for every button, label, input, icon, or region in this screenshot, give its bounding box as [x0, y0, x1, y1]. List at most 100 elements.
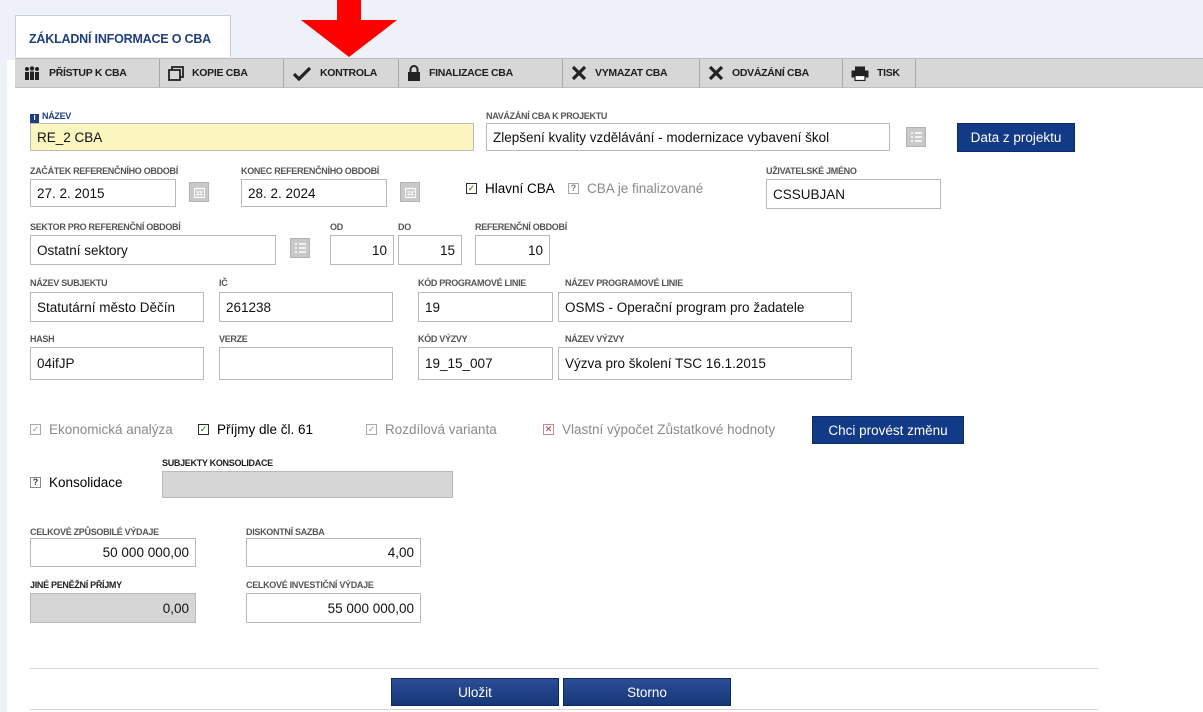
checkmark-icon: [292, 66, 312, 81]
sector-input[interactable]: Ostatní sektory: [30, 235, 276, 265]
list-picker-button[interactable]: [290, 238, 310, 258]
to-input[interactable]: 15: [398, 235, 462, 265]
access-button[interactable]: PŘÍSTUP K CBA: [15, 59, 160, 87]
link-label: NAVÁZÁNÍ CBA K PROJEKTU: [486, 111, 608, 121]
close-icon: [708, 66, 724, 80]
check-button[interactable]: KONTROLA: [284, 59, 399, 87]
discount-rate-label: DISKONTNÍ SAZBA: [246, 527, 325, 537]
ref-period-label: REFERENČNÍ OBDOBÍ: [475, 222, 567, 232]
ic-label: IČ: [219, 278, 228, 288]
consolidation-subjects-label: SUBJEKTY KONSOLIDACE: [162, 458, 273, 468]
version-label: VERZE: [219, 334, 248, 344]
calendar-icon: [404, 187, 416, 198]
footer-divider: [30, 668, 1098, 669]
subject-input[interactable]: Statutární město Děčín: [30, 292, 204, 322]
delete-button[interactable]: VYMAZAT CBA: [563, 59, 700, 87]
print-label: TISK: [877, 67, 900, 79]
red-arrow-annotation: [301, 0, 397, 57]
hash-label: HASH: [30, 334, 55, 344]
income-checkbox[interactable]: ✓ Příjmy dle čl. 61: [198, 422, 313, 437]
unlink-button[interactable]: ODVÁZÁNÍ CBA: [700, 59, 843, 87]
call-name-input[interactable]: Výzva pro školení TSC 16.1.2015: [558, 347, 852, 380]
name-label-text: NÁZEV: [42, 111, 72, 121]
checkbox-checked-icon: ✓: [466, 183, 477, 194]
from-input[interactable]: 10: [330, 235, 394, 265]
discount-rate-input[interactable]: 4,00: [246, 538, 421, 567]
user-label: UŽIVATELSKÉ JMÉNO: [766, 166, 857, 176]
consolidation-subjects-input: [162, 471, 453, 498]
delete-label: VYMAZAT CBA: [595, 67, 668, 79]
program-code-label: KÓD PROGRAMOVÉ LINIE: [418, 278, 527, 288]
user-input[interactable]: CSSUBJAN: [766, 179, 941, 209]
end-date-input[interactable]: 28. 2. 2024: [241, 179, 387, 207]
toolbar: PŘÍSTUP K CBA KOPIE CBA KONTROLA FINALIZ…: [15, 58, 1203, 88]
left-edge: [0, 0, 7, 712]
checkbox-checked-icon: ✓: [366, 424, 377, 435]
hash-input[interactable]: 04ifJP: [30, 347, 204, 380]
total-investment-label: CELKOVÉ INVESTIČNÍ VÝDAJE: [246, 580, 374, 590]
version-input[interactable]: [219, 347, 393, 380]
diff-variant-checkbox: ✓ Rozdílová varianta: [366, 422, 497, 437]
people-icon: [25, 66, 39, 80]
call-name-label: NÁZEV VÝZVY: [565, 334, 625, 344]
sector-label: SEKTOR PRO REFERENČNÍ OBDOBÍ: [30, 222, 181, 232]
link-input[interactable]: Zlepšení kvality vzdělávání - modernizac…: [486, 123, 890, 151]
total-eligible-input[interactable]: 50 000 000,00: [30, 538, 196, 567]
checkbox-question-icon: ?: [568, 183, 579, 194]
main-cba-checkbox[interactable]: ✓ Hlavní CBA: [466, 181, 555, 196]
request-change-button[interactable]: Chci provést změnu: [812, 416, 964, 444]
own-calc-label: Vlastní výpočet Zůstatkové hodnoty: [562, 422, 776, 437]
finalize-label: FINALIZACE CBA: [429, 67, 513, 79]
printer-icon: [851, 66, 869, 81]
name-input[interactable]: RE_2 CBA: [30, 123, 474, 151]
other-income-input: 0,00: [30, 593, 196, 623]
checkbox-checked-icon: ✓: [198, 424, 209, 435]
list-icon: [294, 243, 306, 253]
ic-input[interactable]: 261238: [219, 292, 393, 322]
bottom-divider: [30, 709, 1098, 710]
unlink-label: ODVÁZÁNÍ CBA: [732, 67, 809, 79]
consolidation-label: Konsolidace: [49, 475, 123, 490]
ref-period-input[interactable]: 10: [475, 235, 550, 265]
diff-variant-label: Rozdílová varianta: [385, 422, 497, 437]
finalized-checkbox: ? CBA je finalizované: [568, 181, 703, 196]
checkbox-question-icon: ?: [30, 477, 41, 488]
check-label: KONTROLA: [320, 67, 378, 79]
end-label: KONEC REFERENČNÍHO OBDOBÍ: [241, 166, 380, 176]
to-label: DO: [398, 222, 411, 232]
own-calc-checkbox: ✕ Vlastní výpočet Zůstatkové hodnoty: [543, 422, 775, 437]
total-investment-input[interactable]: 55 000 000,00: [246, 593, 421, 623]
start-date-input[interactable]: 27. 2. 2015: [30, 179, 176, 207]
list-icon: [910, 132, 922, 142]
copy-button[interactable]: KOPIE CBA: [160, 59, 284, 87]
from-label: OD: [330, 222, 343, 232]
data-from-project-button[interactable]: Data z projektu: [957, 123, 1075, 152]
close-icon: [571, 66, 587, 80]
calendar-button[interactable]: [400, 182, 420, 202]
economic-analysis-checkbox: ✓ Ekonomická analýza: [30, 422, 173, 437]
copy-icon: [168, 65, 184, 81]
program-name-input[interactable]: OSMS - Operační program pro žadatele: [558, 292, 852, 322]
checkbox-cross-icon: ✕: [543, 424, 554, 435]
tab-basic-info[interactable]: ZÁKLADNÍ INFORMACE O CBA: [15, 15, 231, 57]
program-name-label: NÁZEV PROGRAMOVÉ LINIE: [565, 278, 683, 288]
finalize-button[interactable]: FINALIZACE CBA: [399, 59, 563, 87]
total-eligible-label: CELKOVÉ ZPŮSOBILÉ VÝDAJE: [30, 527, 159, 537]
consolidation-checkbox[interactable]: ? Konsolidace: [30, 475, 123, 490]
call-code-input[interactable]: 19_15_007: [418, 347, 553, 380]
start-label: ZAČÁTEK REFERENČNÍHO OBDOBÍ: [30, 166, 178, 176]
info-icon: i: [30, 114, 39, 123]
lock-icon: [408, 65, 420, 81]
calendar-icon: [193, 187, 205, 198]
checkbox-checked-icon: ✓: [30, 424, 41, 435]
other-income-label: JINÉ PENĚŽNÍ PŘÍJMY: [30, 580, 122, 590]
list-picker-button[interactable]: [906, 127, 926, 147]
finalized-label: CBA je finalizované: [587, 181, 704, 196]
program-code-input[interactable]: 19: [418, 292, 553, 322]
cancel-button[interactable]: Storno: [563, 678, 731, 706]
save-button[interactable]: Uložit: [391, 678, 559, 706]
income-label: Příjmy dle čl. 61: [217, 422, 314, 437]
calendar-button[interactable]: [189, 182, 209, 202]
access-label: PŘÍSTUP K CBA: [49, 67, 127, 79]
print-button[interactable]: TISK: [843, 59, 916, 87]
